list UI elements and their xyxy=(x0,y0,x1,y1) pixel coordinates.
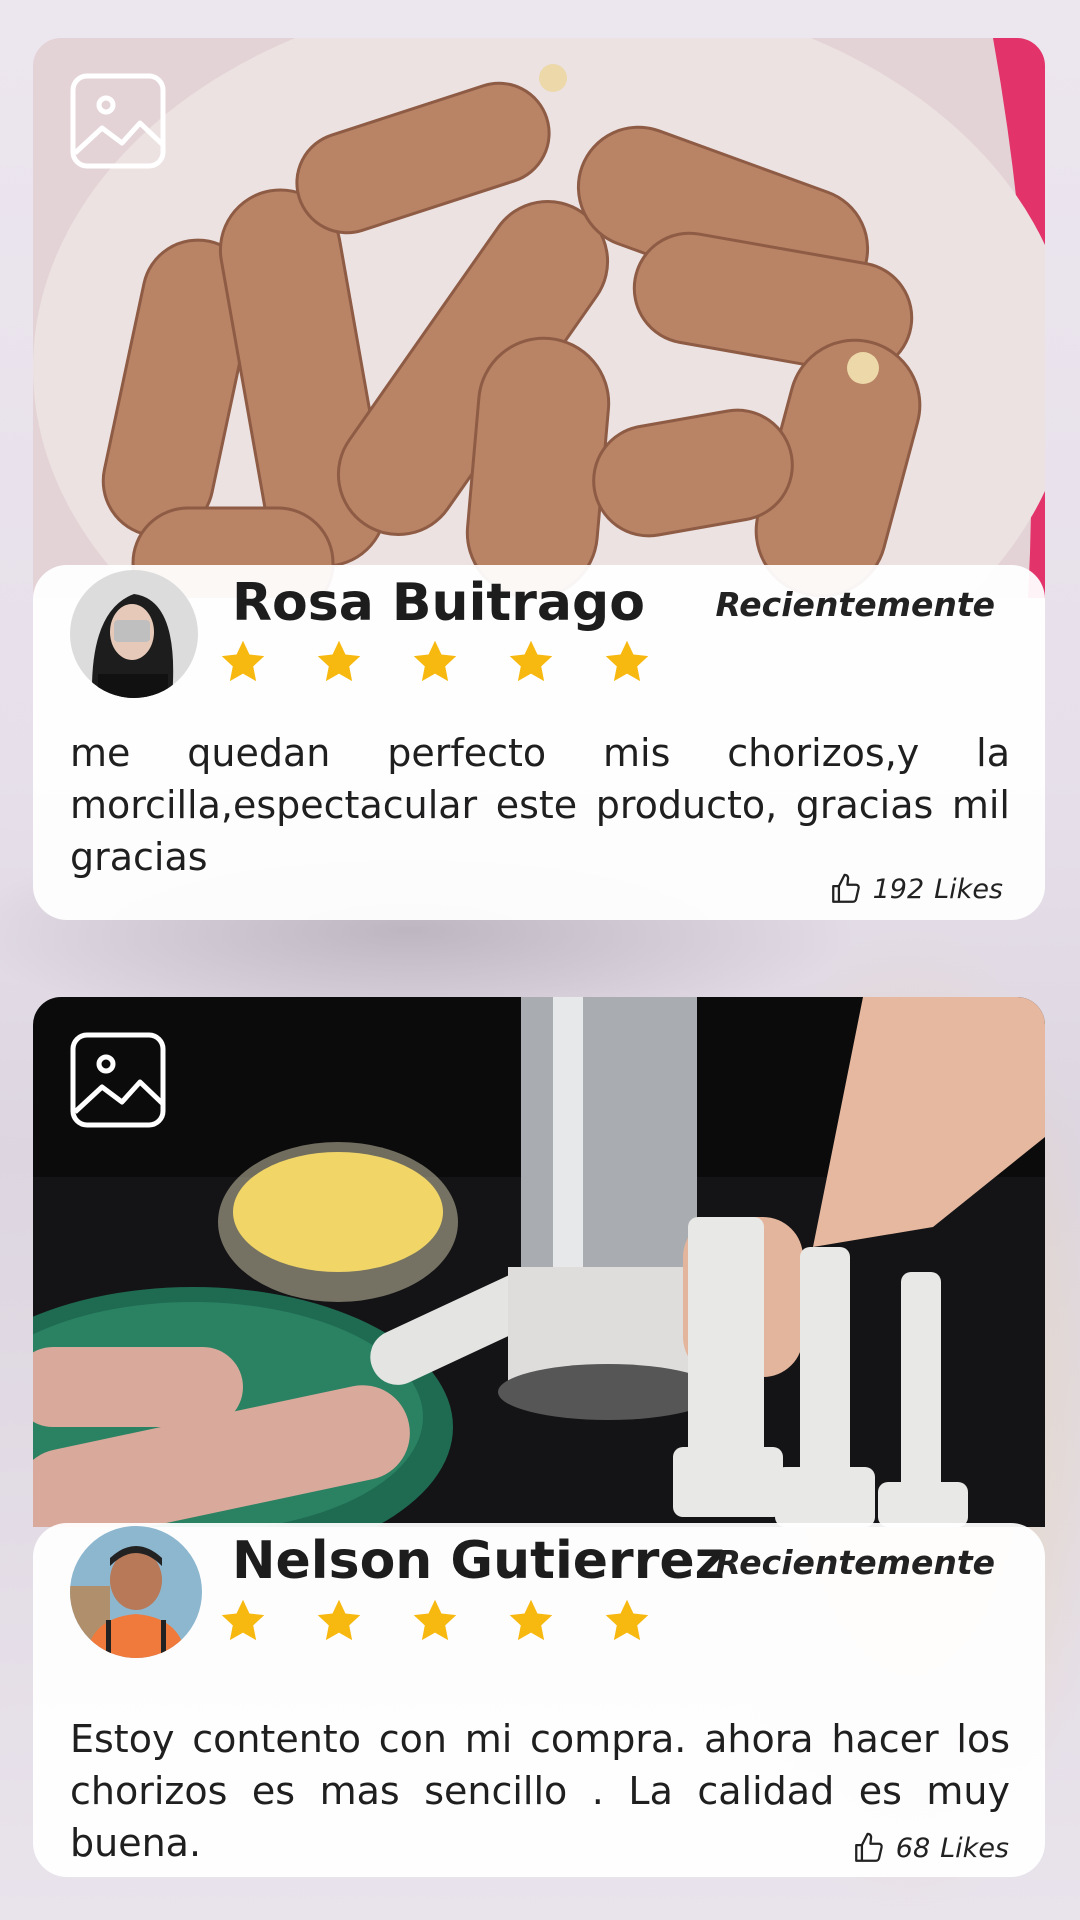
star-icon xyxy=(413,640,457,682)
likes-count: 192 xyxy=(872,873,925,905)
star-icon xyxy=(605,640,649,682)
thumbs-up-icon xyxy=(831,873,860,903)
avatar xyxy=(70,570,198,698)
review-time: Recientemente xyxy=(715,1543,995,1582)
thumbs-up-icon xyxy=(854,1832,883,1862)
star-icon xyxy=(509,640,553,682)
reviewer-name: Rosa Buitrago xyxy=(232,573,645,633)
review-body: Rosa Buitrago Recientemente me quedan pe… xyxy=(33,565,1045,920)
likes-button[interactable]: 68 Likes xyxy=(852,1831,1009,1865)
likes-label: Likes xyxy=(940,1832,1009,1864)
star-icon xyxy=(317,1599,361,1641)
star-icon xyxy=(221,640,265,682)
reviewer-name: Nelson Gutierrez xyxy=(232,1531,725,1591)
likes-button[interactable]: 192 Likes xyxy=(829,872,1003,906)
review-time: Recientemente xyxy=(715,585,995,624)
review-card: Nelson Gutierrez Recientemente Estoy con… xyxy=(33,997,1045,1877)
review-body: Nelson Gutierrez Recientemente Estoy con… xyxy=(33,1523,1045,1877)
star-icon xyxy=(509,1599,553,1641)
image-icon xyxy=(70,1032,166,1128)
review-card: Rosa Buitrago Recientemente me quedan pe… xyxy=(33,38,1045,920)
star-icon xyxy=(221,1599,265,1641)
image-icon xyxy=(70,73,166,169)
star-icon xyxy=(413,1599,457,1641)
review-photo-sausages[interactable] xyxy=(33,38,1045,598)
avatar xyxy=(70,1526,202,1658)
likes-label: Likes xyxy=(934,873,1003,905)
star-icon xyxy=(317,640,361,682)
star-rating xyxy=(218,637,652,687)
likes-count: 68 xyxy=(895,1832,931,1864)
review-text: me quedan perfecto mis chorizos,y la mor… xyxy=(70,731,1010,879)
review-photo-sausage-stuffer[interactable] xyxy=(33,997,1045,1527)
star-icon xyxy=(605,1599,649,1641)
star-rating xyxy=(218,1596,652,1646)
